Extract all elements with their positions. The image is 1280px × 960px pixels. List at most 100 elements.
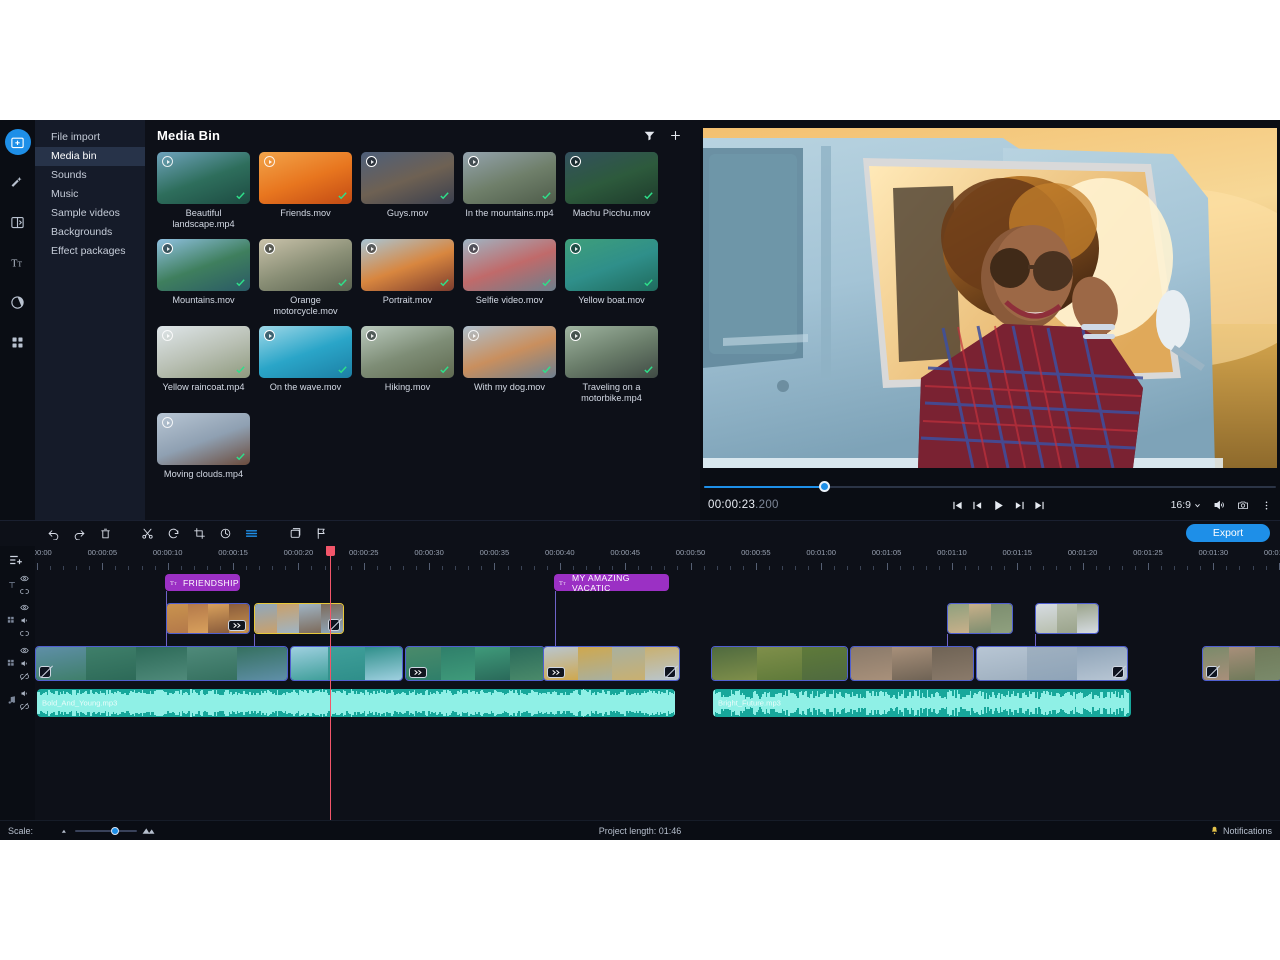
play-icon[interactable]: [366, 243, 377, 254]
media-item[interactable]: Beautiful landscape.mp4: [157, 152, 259, 230]
sidebar-item-media-bin[interactable]: Media bin: [35, 147, 145, 166]
play-icon[interactable]: [570, 243, 581, 254]
media-item[interactable]: Hiking.mov: [361, 326, 463, 404]
transition-badge[interactable]: [409, 667, 427, 678]
media-item[interactable]: Traveling on a motorbike.mp4: [565, 326, 667, 404]
no-transition-badge[interactable]: [664, 666, 676, 678]
undo-button[interactable]: [40, 523, 66, 545]
play-icon[interactable]: [468, 330, 479, 341]
filter-icon[interactable]: [643, 129, 656, 142]
clip-properties-button[interactable]: [282, 523, 308, 545]
no-transition-badge[interactable]: [1112, 666, 1124, 678]
media-item[interactable]: In the mountains.mp4: [463, 152, 565, 230]
play-icon[interactable]: [366, 330, 377, 341]
seek-handle[interactable]: [819, 481, 830, 492]
eye-icon[interactable]: [20, 574, 29, 583]
rail-transitions-icon[interactable]: [5, 209, 31, 235]
play-icon[interactable]: [468, 243, 479, 254]
sidebar-item-sample-videos[interactable]: Sample videos: [35, 204, 145, 223]
time-ruler[interactable]: 00:00:0000:00:0500:00:1000:00:1500:00:20…: [35, 546, 1280, 570]
rail-import-icon[interactable]: [5, 129, 31, 155]
media-item[interactable]: Friends.mov: [259, 152, 361, 230]
title-clip[interactable]: TTMY AMAZING VACATIC: [554, 574, 669, 591]
play-icon[interactable]: [264, 156, 275, 167]
overlay-clip[interactable]: [947, 603, 1013, 634]
audio-link-icon[interactable]: [20, 702, 29, 711]
scale-slider[interactable]: [61, 826, 155, 835]
eye-icon[interactable]: [20, 603, 29, 612]
seek-bar[interactable]: [700, 480, 1280, 494]
scale-handle[interactable]: [111, 827, 119, 835]
media-item[interactable]: Portrait.mov: [361, 239, 463, 317]
media-item[interactable]: Orange motorcycle.mov: [259, 239, 361, 317]
media-thumbnail[interactable]: [157, 326, 250, 378]
media-item[interactable]: On the wave.mov: [259, 326, 361, 404]
play-icon[interactable]: [162, 417, 173, 428]
overlay-clip[interactable]: [166, 603, 250, 634]
plus-icon[interactable]: [669, 129, 682, 142]
media-thumbnail[interactable]: [259, 152, 352, 204]
media-thumbnail[interactable]: [463, 239, 556, 291]
media-item[interactable]: With my dog.mov: [463, 326, 565, 404]
rail-magic-wand-icon[interactable]: [5, 169, 31, 195]
audio-clip[interactable]: Bold_And_Young.mp3: [37, 689, 675, 717]
play-icon[interactable]: [992, 499, 1005, 512]
media-thumbnail[interactable]: [157, 152, 250, 204]
redo-button[interactable]: [66, 523, 92, 545]
title-clip[interactable]: TTFRIENDSHIP: [165, 574, 240, 591]
media-item[interactable]: Mountains.mov: [157, 239, 259, 317]
play-icon[interactable]: [570, 156, 581, 167]
media-thumbnail[interactable]: [157, 413, 250, 465]
audio-clip[interactable]: Bright_Future.mp3: [713, 689, 1131, 717]
video-clip[interactable]: [711, 646, 848, 681]
play-icon[interactable]: [468, 156, 479, 167]
play-icon[interactable]: [366, 156, 377, 167]
eye-icon[interactable]: [20, 646, 29, 655]
video-clip[interactable]: [290, 646, 403, 681]
media-thumbnail[interactable]: [463, 326, 556, 378]
volume-icon[interactable]: [20, 616, 29, 625]
export-button[interactable]: Export: [1186, 524, 1270, 542]
media-thumbnail[interactable]: [259, 239, 352, 291]
transition-badge[interactable]: [228, 620, 246, 631]
audio-properties-button[interactable]: [238, 523, 264, 545]
play-icon[interactable]: [162, 156, 173, 167]
media-item[interactable]: Guys.mov: [361, 152, 463, 230]
video-clip[interactable]: [850, 646, 974, 681]
rail-titles-icon[interactable]: TT: [5, 249, 31, 275]
color-adjust-button[interactable]: [212, 523, 238, 545]
step-forward-icon[interactable]: [1014, 500, 1025, 511]
media-thumbnail[interactable]: [565, 152, 658, 204]
crop-button[interactable]: [186, 523, 212, 545]
rail-filters-icon[interactable]: [5, 289, 31, 315]
video-clip[interactable]: [35, 646, 288, 681]
marker-button[interactable]: [308, 523, 334, 545]
notifications-button[interactable]: Notifications: [1210, 826, 1272, 836]
media-thumbnail[interactable]: [565, 326, 658, 378]
media-thumbnail[interactable]: [157, 239, 250, 291]
no-transition-badge[interactable]: [1206, 666, 1218, 678]
volume-icon[interactable]: [20, 689, 29, 698]
play-icon[interactable]: [162, 330, 173, 341]
jump-start-icon[interactable]: [952, 500, 963, 511]
media-thumbnail[interactable]: [361, 152, 454, 204]
sidebar-item-music[interactable]: Music: [35, 185, 145, 204]
rotate-button[interactable]: [160, 523, 186, 545]
media-item[interactable]: Selfie video.mov: [463, 239, 565, 317]
play-icon[interactable]: [162, 243, 173, 254]
media-item[interactable]: Machu Picchu.mov: [565, 152, 667, 230]
media-thumbnail[interactable]: [259, 326, 352, 378]
sidebar-item-sounds[interactable]: Sounds: [35, 166, 145, 185]
link-icon[interactable]: [20, 587, 29, 596]
overlay-clip[interactable]: [1035, 603, 1099, 634]
media-item[interactable]: Yellow boat.mov: [565, 239, 667, 317]
transition-badge[interactable]: [547, 667, 565, 678]
play-icon[interactable]: [264, 330, 275, 341]
video-clip[interactable]: [1202, 646, 1280, 681]
delete-button[interactable]: [92, 523, 118, 545]
add-track-icon[interactable]: [9, 553, 23, 572]
aspect-ratio-select[interactable]: 16:9: [1171, 499, 1201, 511]
media-thumbnail[interactable]: [361, 326, 454, 378]
step-back-icon[interactable]: [972, 500, 983, 511]
sidebar-item-file-import[interactable]: File import: [35, 128, 145, 147]
